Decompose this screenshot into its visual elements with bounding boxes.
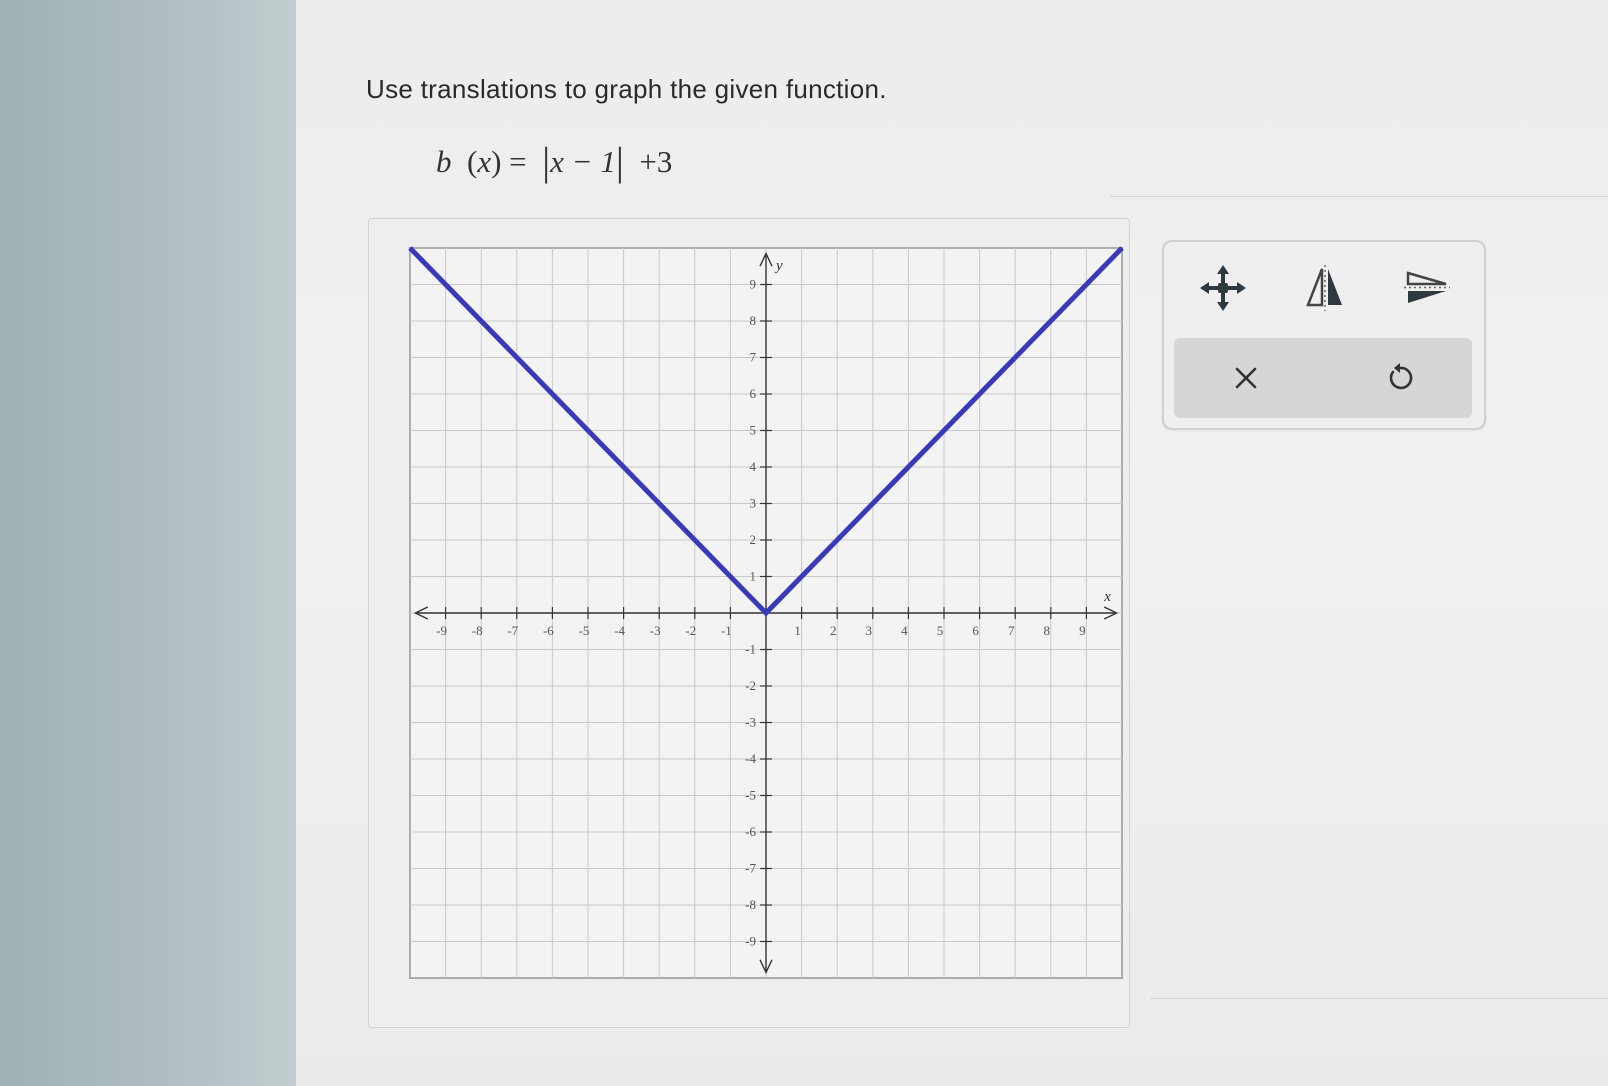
action-bar xyxy=(1174,338,1472,418)
y-tick-label: -8 xyxy=(745,897,756,912)
move-tool-button[interactable] xyxy=(1188,258,1258,318)
y-tick-label: 9 xyxy=(750,277,757,292)
x-tick-label: 9 xyxy=(1079,623,1086,638)
x-tick-label: 8 xyxy=(1044,623,1051,638)
y-tick-label: 1 xyxy=(750,569,757,584)
reflect-vertical-button[interactable] xyxy=(1290,258,1360,318)
y-tick-label: 6 xyxy=(750,386,757,401)
y-tick-label: -6 xyxy=(745,824,756,839)
move-icon xyxy=(1200,265,1246,311)
divider-line-bottom xyxy=(1150,998,1608,999)
x-tick-label: 4 xyxy=(901,623,908,638)
y-tick-label: 8 xyxy=(750,313,757,328)
x-tick-label: 7 xyxy=(1008,623,1015,638)
undo-button[interactable] xyxy=(1360,348,1440,408)
x-tick-label: 6 xyxy=(972,623,979,638)
y-tick-label: 2 xyxy=(750,532,757,547)
y-tick-label: -9 xyxy=(745,934,756,949)
x-tick-label: -4 xyxy=(614,623,625,638)
y-tick-label: 3 xyxy=(750,496,757,511)
function-variable: x xyxy=(477,144,492,179)
x-tick-label: 3 xyxy=(866,623,873,638)
x-tick-label: 2 xyxy=(830,623,837,638)
y-tick-label: -4 xyxy=(745,751,756,766)
x-tick-label: -5 xyxy=(579,623,590,638)
x-tick-label: -2 xyxy=(685,623,696,638)
divider-line xyxy=(1110,196,1608,197)
y-tick-label: -7 xyxy=(745,861,756,876)
delete-button[interactable] xyxy=(1206,348,1286,408)
y-tick-label: -2 xyxy=(745,678,756,693)
function-name: b xyxy=(436,144,452,179)
x-tick-label: -9 xyxy=(436,623,447,638)
x-tick-label: -3 xyxy=(650,623,661,638)
coordinate-graph[interactable]: -9 -8 -7 -6 -5 -4 -3 -2 -1 1 2 3 4 5 6 7 8 9 9 8 7 6 5 4 3 2 1 -1 -… xyxy=(408,246,1124,980)
reflect-horizontal-button[interactable] xyxy=(1392,258,1462,318)
y-tick-label: -3 xyxy=(745,715,756,730)
x-tick-label: 5 xyxy=(937,623,944,638)
y-tick-label: 4 xyxy=(750,459,757,474)
reflect-horizontal-icon xyxy=(1404,271,1450,303)
y-tick-label: -5 xyxy=(745,788,756,803)
y-axis-label: y xyxy=(774,258,783,274)
x-tick-label: 1 xyxy=(794,623,801,638)
function-equation: b (x) = |x − 1| +3 xyxy=(436,139,673,184)
x-tick-label: -1 xyxy=(721,623,732,638)
delete-icon xyxy=(1235,367,1257,389)
x-tick-label: -6 xyxy=(543,623,554,638)
y-tick-label: 7 xyxy=(750,350,757,365)
vertical-shift: +3 xyxy=(639,144,673,179)
question-prompt: Use translations to graph the given func… xyxy=(366,74,887,104)
absolute-inner: x − 1 xyxy=(550,144,616,179)
x-tick-label: -7 xyxy=(507,623,518,638)
reflect-vertical-icon xyxy=(1306,265,1342,311)
sidebar-background xyxy=(0,0,296,1086)
graph-toolbox xyxy=(1162,240,1486,430)
undo-icon xyxy=(1389,363,1413,390)
y-tick-label: -1 xyxy=(745,642,756,657)
x-tick-label: -8 xyxy=(472,623,483,638)
x-axis-label: x xyxy=(1103,589,1111,605)
y-tick-label: 5 xyxy=(750,423,757,438)
